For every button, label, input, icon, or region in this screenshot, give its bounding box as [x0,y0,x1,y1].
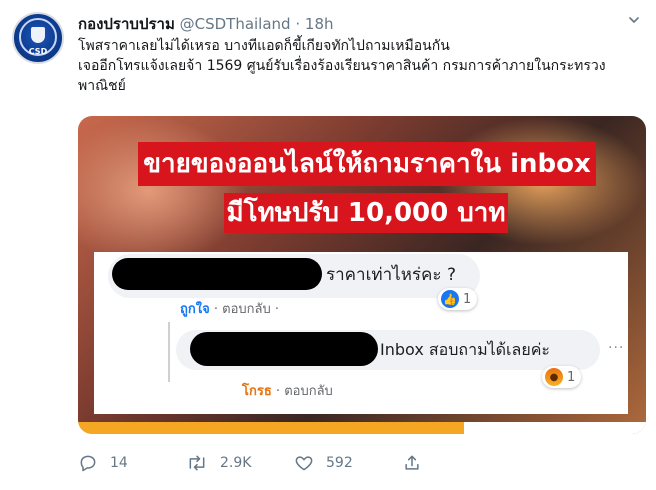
heart-icon [295,456,313,471]
share-icon [405,455,419,470]
like-button[interactable]: 592 [294,448,353,478]
display-name[interactable]: กองปราบปราม [78,15,175,33]
tweet-text-line: พาณิชย์ [78,78,126,94]
police-badge-icon [31,27,45,43]
like-action: ถูกใจ [180,302,210,317]
tweet-header: กองปราบปราม @CSDThailand · 18h [78,12,334,34]
reaction-badge: ● 1 [542,366,582,388]
tweet-timestamp[interactable]: 18h [305,15,334,33]
tweet-media-image[interactable]: ขายของออนไลน์ให้ถามราคาใน inbox มีโทษปรั… [78,116,646,434]
facebook-comment-card: ราคาเท่าไหร่คะ ? 👍 1 ถูกใจ · ตอบกลับ · I… [94,252,628,414]
reaction-badge: 👍 1 [438,288,478,310]
comment-actions: ถูกใจ · ตอบกลับ · [180,298,279,319]
image-bottom-strip [78,422,646,434]
reply-action: ตอบกลับ [284,384,333,399]
angry-icon: ● [545,368,563,386]
user-handle[interactable]: @CSDThailand [180,15,291,33]
more-options-icon: ··· [608,340,625,356]
avatar-logo-text: CSD [28,47,48,56]
reply-count: 14 [110,455,128,471]
reply-action: ตอบกลับ [222,302,271,317]
tweet-text: โพสราคาเลยไม่ได้เหรอ บางทีแอดก็ขี้เกียจท… [78,36,644,96]
chevron-down-icon[interactable] [628,14,640,26]
redacted-name [112,258,322,290]
reaction-count: 1 [463,291,472,307]
like-count: 592 [326,455,353,471]
tweet[interactable]: CSD กองปราบปราม @CSDThailand · 18h โพสรา… [0,0,656,490]
retweet-button[interactable]: 2.9K [186,448,251,478]
background-blur [78,116,248,266]
comment-text: ราคาเท่าไหร่คะ ? [326,265,456,285]
headline-banner: ขายของออนไลน์ให้ถามราคาใน inbox [138,142,596,186]
tweet-text-line: โพสราคาเลยไม่ได้เหรอ บางทีแอดก็ขี้เกียจท… [78,38,450,54]
angry-action: โกรธ [242,384,272,399]
reply-thread-line [168,322,170,382]
fine-banner: มีโทษปรับ 10,000 บาท [224,193,508,233]
retweet-icon [189,455,205,471]
action-separator: · [274,302,280,317]
retweet-count: 2.9K [220,455,252,471]
tweet-text-line: เจออีกโทรแจ้งเลยจ้า 1569 ศูนย์รับเรื่องร… [78,58,606,74]
action-separator: · [275,384,281,399]
reply-text: Inbox สอบถามได้เลยค่ะ [380,340,550,359]
redacted-name [190,332,378,366]
header-separator: · [295,15,301,33]
avatar[interactable]: CSD [12,12,64,64]
orange-bar [78,422,464,434]
share-button[interactable] [402,448,434,478]
tweet-actions: 14 2.9K 592 [78,448,644,478]
reply-actions: โกรธ · ตอบกลับ [242,380,333,401]
action-separator: · [213,302,218,317]
like-icon: 👍 [441,290,459,308]
reply-icon [80,455,96,472]
reply-button[interactable]: 14 [78,448,128,478]
reaction-count: 1 [567,369,576,385]
